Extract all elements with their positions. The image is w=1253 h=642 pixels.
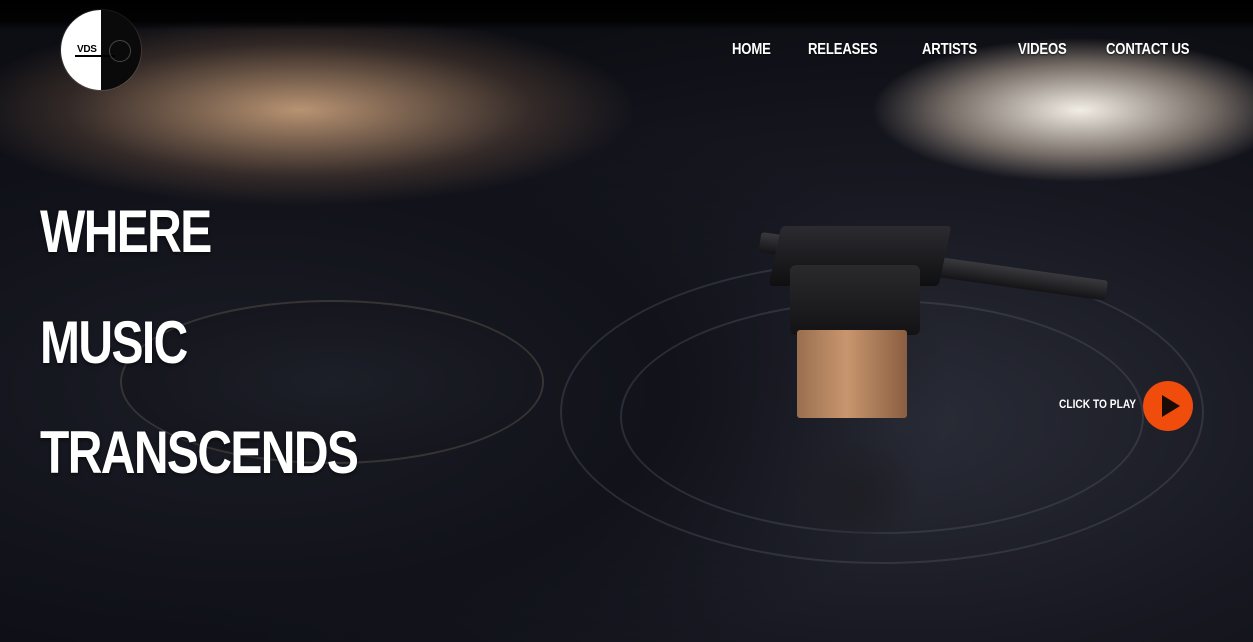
play-button[interactable] xyxy=(1143,381,1193,431)
nav-videos-link[interactable]: VIDEOS xyxy=(1018,41,1067,59)
cartridge-body-image xyxy=(797,330,907,418)
click-to-play-label[interactable]: CLICK TO PLAY xyxy=(1059,397,1136,411)
top-shadow-band xyxy=(0,0,1253,30)
logo-text: VDS xyxy=(77,44,97,55)
headline-line-2: MUSIC xyxy=(40,309,188,376)
nav-home-link[interactable]: HOME xyxy=(732,41,771,59)
nav-artists-link[interactable]: ARTISTS xyxy=(922,41,977,59)
nav-contact-link[interactable]: CONTACT US xyxy=(1106,41,1190,59)
play-icon xyxy=(1162,395,1180,417)
site-logo[interactable]: VDS xyxy=(61,10,141,90)
nav-releases-link[interactable]: RELEASES xyxy=(808,41,878,59)
cartridge-top-image xyxy=(790,265,920,335)
headline-line-1: WHERE xyxy=(40,198,212,265)
hero-section: VDS HOME RELEASES ARTISTS VIDEOS CONTACT… xyxy=(0,0,1253,642)
logo-record-ring xyxy=(109,40,131,62)
stylus-reflection xyxy=(790,440,920,550)
main-nav: HOME RELEASES ARTISTS VIDEOS CONTACT US xyxy=(732,41,1208,59)
headline-line-3: TRANSCENDS xyxy=(40,419,359,486)
